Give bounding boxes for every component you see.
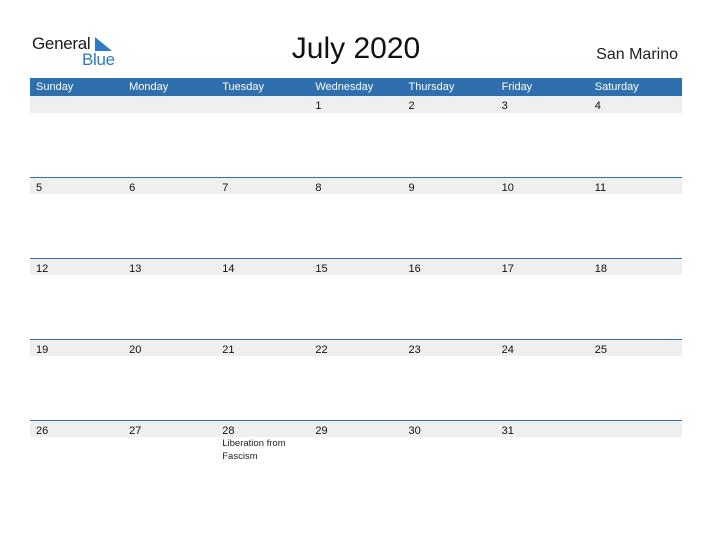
day-number: 10 — [501, 182, 514, 194]
day-cell: 26 — [30, 421, 123, 437]
day-number: 15 — [315, 263, 328, 275]
week-row: 19 20 21 22 23 24 25 — [30, 339, 682, 420]
day-cell: 13 — [123, 259, 216, 275]
day-number: 22 — [315, 344, 328, 356]
week-row: 1 2 3 4 — [30, 96, 682, 177]
day-number: 20 — [129, 344, 142, 356]
day-cell: 21 — [216, 340, 309, 356]
day-cell: 20 — [123, 340, 216, 356]
day-cell: 31 — [496, 421, 589, 437]
weekday-sunday: Sunday — [36, 81, 74, 93]
week-date-strip: 5 6 7 8 9 10 11 — [30, 177, 682, 194]
day-cell: 17 — [496, 259, 589, 275]
holiday-event: Liberation from Fascism — [222, 438, 286, 462]
day-cell — [589, 421, 682, 437]
week-row: 5 6 7 8 9 10 11 — [30, 177, 682, 258]
day-number: 31 — [501, 425, 514, 437]
day-number: 17 — [501, 263, 514, 275]
week-row: 26 27 28 Liberation from Fascism 29 30 31 — [30, 420, 682, 501]
day-number: 12 — [36, 263, 49, 275]
day-cell: 15 — [309, 259, 402, 275]
weekday-tuesday: Tuesday — [222, 81, 265, 93]
week-date-strip: 26 27 28 Liberation from Fascism 29 30 31 — [30, 420, 682, 462]
day-number: 8 — [315, 182, 322, 194]
day-number: 16 — [408, 263, 421, 275]
week-date-strip: 19 20 21 22 23 24 25 — [30, 339, 682, 356]
day-number: 2 — [408, 100, 415, 112]
day-number: 25 — [594, 344, 607, 356]
day-cell: 24 — [496, 340, 589, 356]
weekday-monday: Monday — [129, 81, 169, 93]
day-cell: 22 — [309, 340, 402, 356]
day-cell: 10 — [496, 178, 589, 194]
day-cell: 27 — [123, 421, 216, 437]
day-cell: 5 — [30, 178, 123, 194]
day-cell: 12 — [30, 259, 123, 275]
country-label: San Marino — [596, 46, 678, 63]
day-cell — [30, 96, 123, 113]
day-cell: 9 — [403, 178, 496, 194]
day-cell: 14 — [216, 259, 309, 275]
day-number: 6 — [129, 182, 136, 194]
day-number: 27 — [129, 425, 142, 437]
day-number: 14 — [222, 263, 235, 275]
day-number: 13 — [129, 263, 142, 275]
day-cell — [123, 96, 216, 113]
day-cell: 7 — [216, 178, 309, 194]
calendar-grid: Sunday Monday Tuesday Wednesday Thursday… — [30, 78, 682, 462]
day-number: 23 — [408, 344, 421, 356]
day-number: 3 — [501, 100, 508, 112]
day-number: 9 — [408, 182, 415, 194]
weekday-saturday: Saturday — [594, 81, 639, 93]
day-cell: 2 — [403, 96, 496, 113]
day-number: 28 — [222, 425, 235, 437]
day-cell: 3 — [496, 96, 589, 113]
weekday-friday: Friday — [501, 81, 533, 93]
day-cell: 18 — [589, 259, 682, 275]
day-number: 29 — [315, 425, 328, 437]
day-number: 7 — [222, 182, 229, 194]
week-date-strip: 12 13 14 15 16 17 18 — [30, 258, 682, 275]
weekday-header: Sunday Monday Tuesday Wednesday Thursday… — [30, 78, 682, 96]
day-cell: 4 — [589, 96, 682, 113]
day-number: 24 — [501, 344, 514, 356]
day-cell: 16 — [403, 259, 496, 275]
week-row: 12 13 14 15 16 17 18 — [30, 258, 682, 339]
day-number: 19 — [36, 344, 49, 356]
day-number: 1 — [315, 100, 322, 112]
day-number: 11 — [594, 182, 607, 194]
day-cell: 28 Liberation from Fascism — [216, 421, 309, 462]
day-number: 26 — [36, 425, 49, 437]
day-cell: 6 — [123, 178, 216, 194]
day-number: 5 — [36, 182, 43, 194]
day-cell: 1 — [309, 96, 402, 113]
day-cell: 25 — [589, 340, 682, 356]
day-cell — [216, 96, 309, 113]
day-number: 21 — [222, 344, 235, 356]
day-cell: 19 — [30, 340, 123, 356]
weekday-thursday: Thursday — [408, 81, 455, 93]
day-cell: 29 — [309, 421, 402, 437]
day-cell: 23 — [403, 340, 496, 356]
day-cell: 30 — [403, 421, 496, 437]
day-number: 30 — [408, 425, 421, 437]
day-number: 18 — [594, 263, 607, 275]
day-number: 4 — [594, 100, 601, 112]
day-cell: 11 — [589, 178, 682, 194]
day-cell: 8 — [309, 178, 402, 194]
week-date-strip: 1 2 3 4 — [30, 96, 682, 113]
weekday-wednesday: Wednesday — [315, 81, 374, 93]
